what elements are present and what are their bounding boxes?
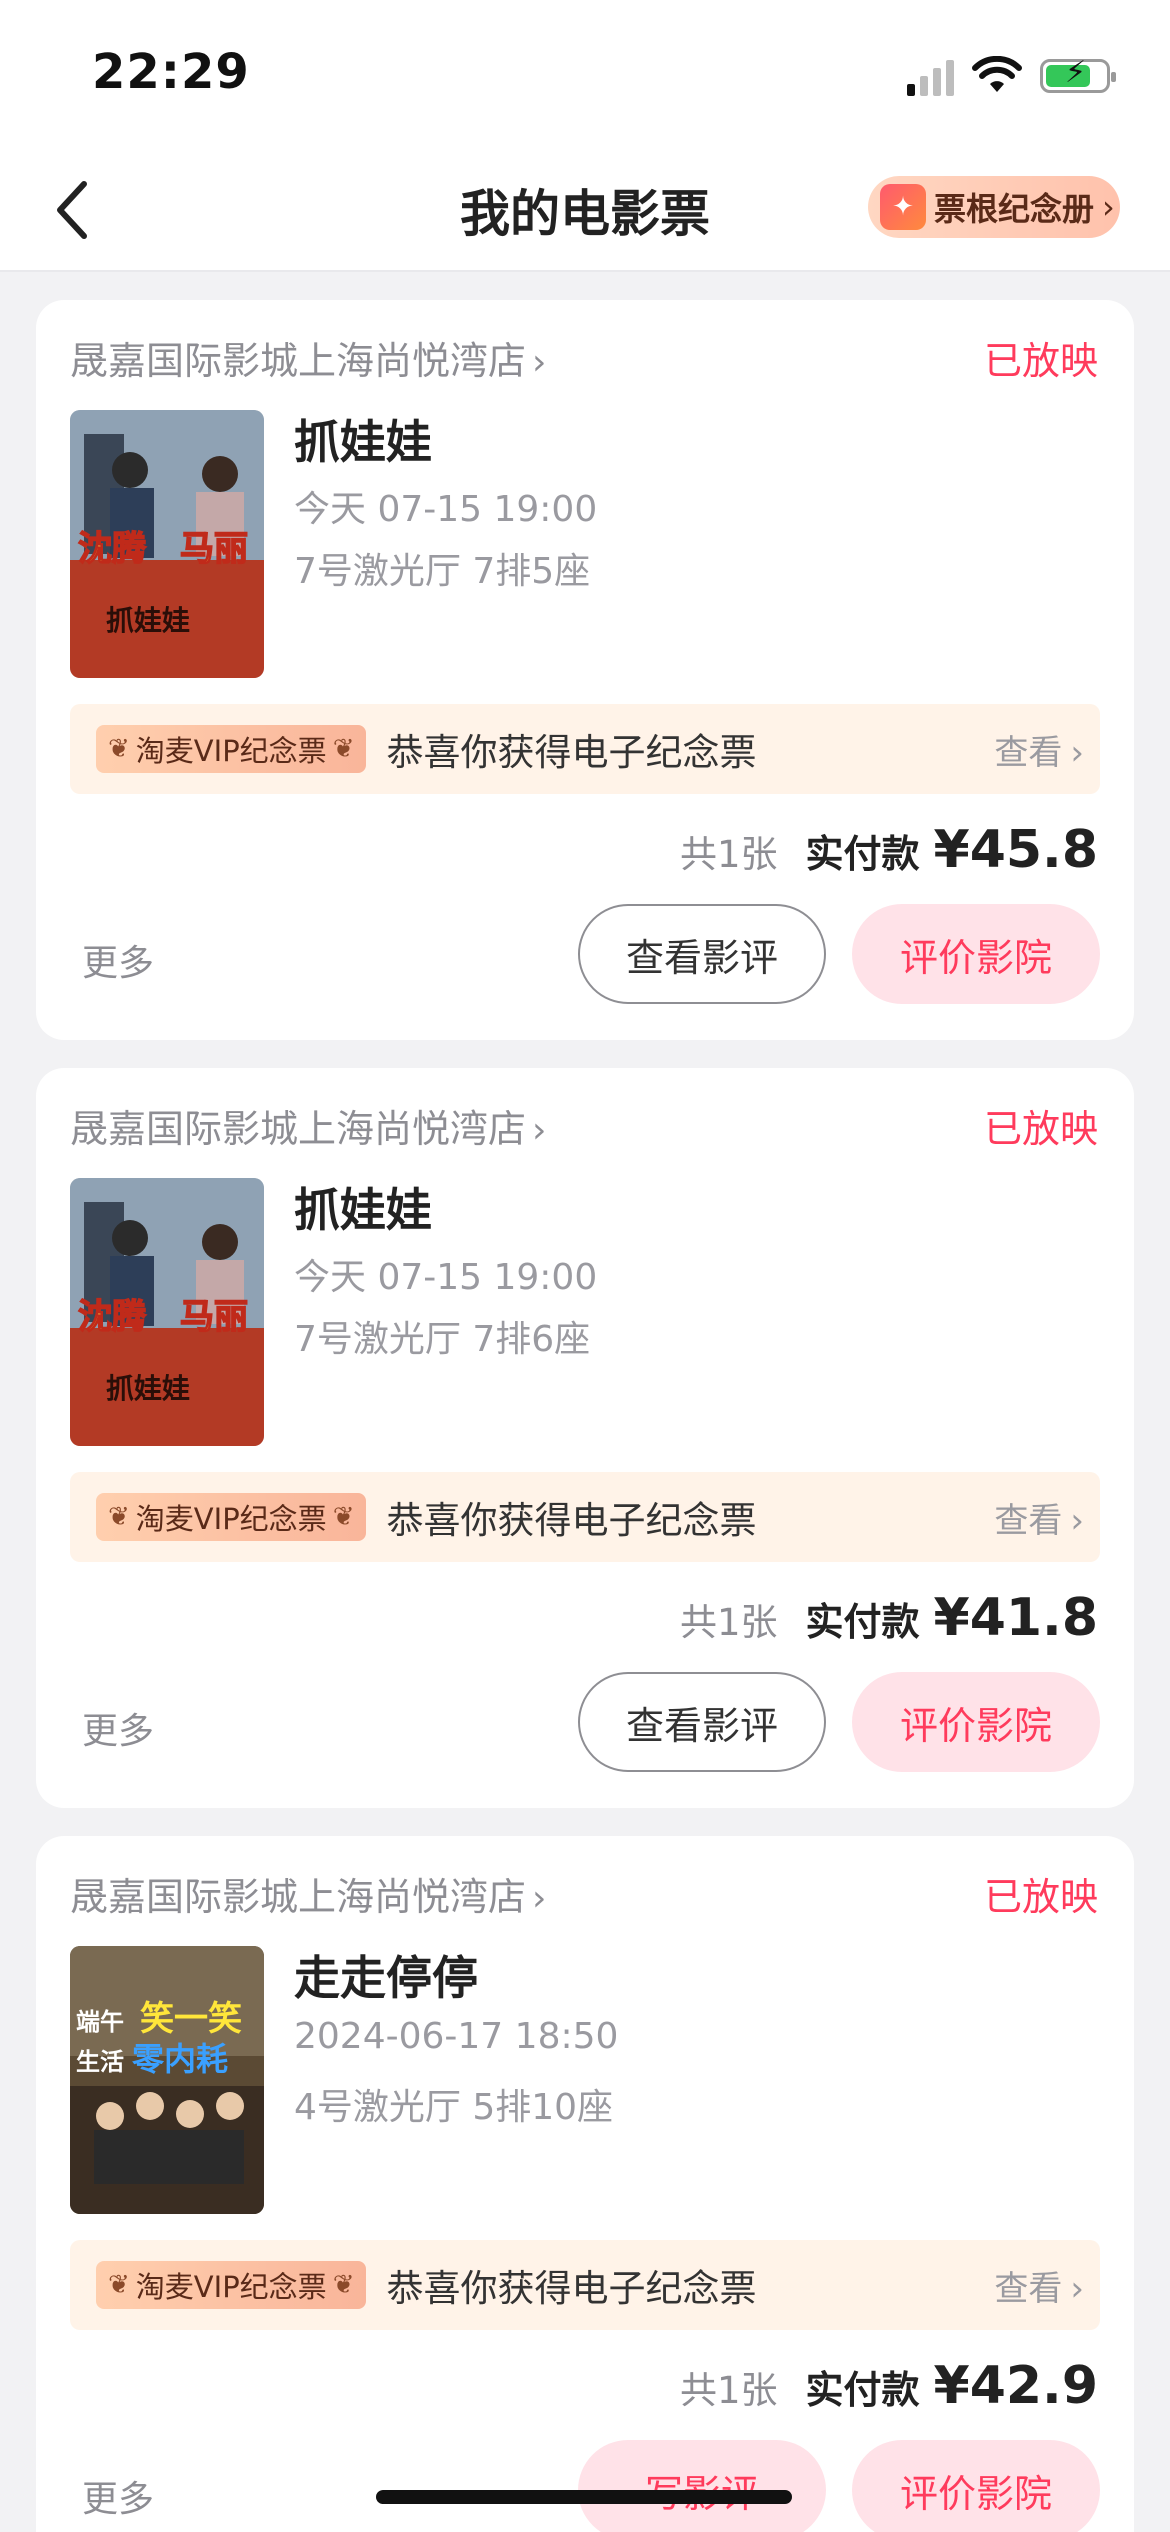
movie-poster[interactable]: 沈腾 马丽 抓娃娃 xyxy=(70,410,264,678)
paid-amount: ¥42.9 xyxy=(933,2356,1098,2416)
chevron-right-icon: › xyxy=(1070,1500,1084,1541)
vip-message: 恭喜你获得电子纪念票 xyxy=(386,731,757,774)
price-summary: 共1张 实付款 ¥42.9 xyxy=(680,2356,1098,2416)
poster-text: 零内耗 xyxy=(132,2040,228,2078)
ticket-count: 共1张 xyxy=(679,833,778,876)
ticket-album-button[interactable]: ✦ 票根纪念册 › xyxy=(868,176,1120,238)
vip-souvenir-banner[interactable]: ❦ 淘麦VIP纪念票 ❦ 恭喜你获得电子纪念票 查看 › xyxy=(70,1472,1100,1562)
ticket-count: 共1张 xyxy=(679,1601,778,1644)
seat-info: 4号激光厅 5排10座 xyxy=(294,2087,614,2128)
chevron-right-icon: › xyxy=(532,342,547,383)
price-summary: 共1张 实付款 ¥41.8 xyxy=(680,1588,1098,1648)
paid-label: 实付款 xyxy=(805,2368,920,2412)
more-link[interactable]: 更多 xyxy=(82,1702,154,1754)
sparkle-icon: ✦ xyxy=(880,184,926,230)
chevron-right-icon: › xyxy=(532,1110,547,1151)
vip-souvenir-banner[interactable]: ❦ 淘麦VIP纪念票 ❦ 恭喜你获得电子纪念票 查看 › xyxy=(70,704,1100,794)
vip-souvenir-banner[interactable]: ❦ 淘麦VIP纪念票 ❦ 恭喜你获得电子纪念票 查看 › xyxy=(70,2240,1100,2330)
paid-amount: ¥41.8 xyxy=(933,1588,1098,1648)
status-time: 22:29 xyxy=(92,44,250,100)
ticket-card[interactable]: 晟嘉国际影城上海尚悦湾店 › 已放映 沈腾 马丽 抓娃娃 抓娃娃 今天 07-15… xyxy=(36,1068,1134,1808)
wheat-icon: ❦ xyxy=(108,734,130,764)
chevron-right-icon: › xyxy=(532,1878,547,1919)
paid-label: 实付款 xyxy=(805,1600,920,1644)
ticket-status: 已放映 xyxy=(983,1107,1098,1151)
seat-info: 7号激光厅 7排6座 xyxy=(294,1319,591,1360)
ticket-status: 已放映 xyxy=(983,1875,1098,1919)
poster-text: 笑一笑 xyxy=(140,1999,242,2039)
show-time: 今天 07-15 19:00 xyxy=(294,489,598,530)
poster-text: 生活 xyxy=(76,2048,124,2076)
paid-label: 实付款 xyxy=(805,832,920,876)
chevron-right-icon: › xyxy=(1102,188,1115,226)
poster-text: 沈腾 xyxy=(78,1297,147,1337)
rate-cinema-button[interactable]: 评价影院 xyxy=(852,904,1100,1004)
rate-cinema-button[interactable]: 评价影院 xyxy=(852,1672,1100,1772)
vip-tag: ❦ 淘麦VIP纪念票 ❦ xyxy=(96,1493,367,1541)
battery-charging-icon: ⚡ xyxy=(1040,58,1116,93)
poster-text: 端午 xyxy=(76,2008,124,2036)
show-time: 今天 07-15 19:00 xyxy=(294,1257,598,1298)
view-souvenir-link[interactable]: 查看 › xyxy=(994,2261,1084,2310)
poster-text: 抓娃娃 xyxy=(106,604,190,637)
status-icons: ⚡ xyxy=(907,52,1116,100)
ticket-card[interactable]: 晟嘉国际影城上海尚悦湾店 › 已放映 沈腾 马丽 抓娃娃 抓娃娃 今天 07-15… xyxy=(36,300,1134,1040)
poster-text: 沈腾 xyxy=(78,529,147,569)
chevron-right-icon: › xyxy=(1070,732,1084,773)
movie-poster[interactable]: 沈腾 马丽 抓娃娃 xyxy=(70,1178,264,1446)
poster-text: 马丽 xyxy=(180,529,248,569)
wifi-icon xyxy=(972,56,1022,92)
wheat-icon: ❦ xyxy=(332,1502,355,1532)
movie-title: 抓娃娃 xyxy=(294,415,432,469)
more-link[interactable]: 更多 xyxy=(82,2470,154,2522)
view-reviews-button[interactable]: 查看影评 xyxy=(578,1672,826,1772)
cellular-signal-icon xyxy=(907,56,954,96)
ticket-count: 共1张 xyxy=(679,2369,778,2412)
cinema-name[interactable]: 晟嘉国际影城上海尚悦湾店 › xyxy=(70,1866,546,1921)
movie-title: 走走停停 xyxy=(294,1951,478,2005)
view-reviews-button[interactable]: 查看影评 xyxy=(578,904,826,1004)
show-time: 2024-06-17 18:50 xyxy=(294,2016,619,2057)
more-link[interactable]: 更多 xyxy=(82,934,154,986)
header: 22:29 ⚡ 我的电影票 ✦ 票根纪念册 › xyxy=(0,0,1170,272)
chevron-right-icon: › xyxy=(1070,2268,1084,2309)
write-review-button[interactable]: 写影评 xyxy=(578,2440,826,2532)
view-souvenir-link[interactable]: 查看 › xyxy=(994,1493,1084,1542)
home-indicator[interactable] xyxy=(376,2490,792,2504)
movie-poster[interactable]: 端午 笑一笑 生活 零内耗 xyxy=(70,1946,264,2214)
wheat-icon: ❦ xyxy=(108,1502,130,1532)
vip-tag: ❦ 淘麦VIP纪念票 ❦ xyxy=(96,725,367,773)
wheat-icon: ❦ xyxy=(332,734,355,764)
rate-cinema-button[interactable]: 评价影院 xyxy=(852,2440,1100,2532)
ticket-card[interactable]: 晟嘉国际影城上海尚悦湾店 › 已放映 端午 笑一笑 生活 零内耗 走走停停 202… xyxy=(36,1836,1134,2532)
ticket-status: 已放映 xyxy=(983,339,1098,383)
vip-message: 恭喜你获得电子纪念票 xyxy=(386,1499,757,1542)
poster-text: 马丽 xyxy=(180,1297,248,1337)
cinema-name[interactable]: 晟嘉国际影城上海尚悦湾店 › xyxy=(70,330,546,385)
cinema-name[interactable]: 晟嘉国际影城上海尚悦湾店 › xyxy=(70,1098,546,1153)
price-summary: 共1张 实付款 ¥45.8 xyxy=(680,820,1098,880)
wheat-icon: ❦ xyxy=(108,2270,130,2300)
view-souvenir-link[interactable]: 查看 › xyxy=(994,725,1084,774)
poster-text: 抓娃娃 xyxy=(106,1372,190,1405)
vip-message: 恭喜你获得电子纪念票 xyxy=(386,2267,757,2310)
movie-title: 抓娃娃 xyxy=(294,1183,432,1237)
paid-amount: ¥45.8 xyxy=(933,820,1098,880)
wheat-icon: ❦ xyxy=(332,2270,355,2300)
album-button-label: 票根纪念册 xyxy=(934,190,1095,228)
vip-tag: ❦ 淘麦VIP纪念票 ❦ xyxy=(96,2261,367,2309)
seat-info: 7号激光厅 7排5座 xyxy=(294,551,591,592)
